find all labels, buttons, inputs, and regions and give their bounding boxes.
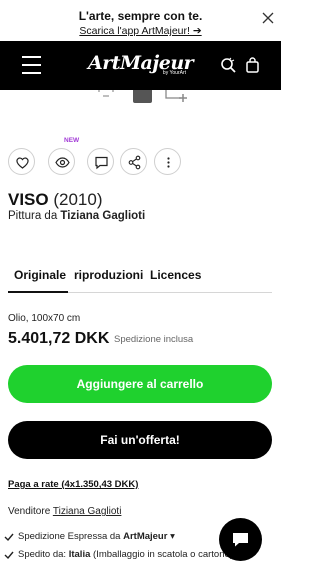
artwork-specs: Olio, 100x70 cm — [8, 313, 81, 324]
more-vertical-icon — [167, 157, 170, 168]
seller-link[interactable]: Tiziana Gaglioti — [53, 506, 122, 517]
download-app-link[interactable]: Scarica l'app ArtMajeur! ➔ — [0, 25, 281, 37]
make-offer-button[interactable]: Fai un'offerta! — [8, 421, 272, 459]
site-logo[interactable]: ArtMajeur by YourArt — [88, 52, 194, 80]
check-icon — [4, 551, 14, 560]
artwork-year: (2010) — [53, 190, 103, 209]
share-button[interactable] — [120, 148, 147, 175]
message-button[interactable] — [87, 148, 114, 175]
artwork-name: VISO — [8, 190, 49, 209]
active-tab-indicator — [8, 291, 68, 293]
express-shipping-line[interactable]: Spedizione Espressa da ArtMajeur ▾ — [4, 531, 175, 542]
chat-icon — [95, 156, 108, 170]
heart-icon — [16, 157, 29, 169]
bag-icon[interactable] — [244, 57, 261, 74]
site-header: ArtMajeur by YourArt — [0, 41, 281, 90]
ships-from-country: Italia — [68, 549, 91, 560]
artwork-medium-prefix: Pittura da — [8, 210, 61, 222]
product-tabs: Originale riproduzioni Licences — [8, 268, 272, 293]
add-photo-icon[interactable] — [165, 90, 190, 103]
eye-icon — [55, 157, 70, 168]
promo-title: L'arte, sempre con te. — [78, 9, 203, 23]
seller-label: Venditore — [8, 506, 53, 517]
menu-icon[interactable] — [22, 56, 41, 75]
chat-bubble-icon — [233, 533, 248, 547]
artwork-subtitle: Pittura da Tiziana Gaglioti — [8, 210, 145, 222]
close-icon[interactable] — [261, 11, 275, 25]
chat-button[interactable] — [219, 518, 262, 561]
view-in-room-button[interactable] — [48, 148, 75, 175]
search-icon[interactable] — [220, 57, 237, 74]
shipping-prefix: Spedizione Espressa da — [18, 531, 124, 542]
packaging-note: (Imballaggio in scatola o cartone) — [90, 549, 233, 560]
favorite-button[interactable] — [8, 148, 35, 175]
artwork-thumbnail[interactable] — [133, 90, 152, 103]
seller-line: Venditore Tiziana Gaglioti — [8, 506, 121, 517]
installment-link[interactable]: Paga a rate (4x1.350,43 DKK) — [8, 479, 138, 490]
check-icon — [4, 533, 14, 542]
promo-banner: L'arte, sempre con te. Scarica l'app Art… — [0, 0, 281, 41]
shipping-provider: ArtMajeur — [123, 531, 168, 542]
more-options-button[interactable] — [154, 148, 181, 175]
tab-licences[interactable]: Licences — [150, 268, 201, 282]
shipping-included: Spedizione inclusa — [114, 334, 194, 345]
image-toolbar — [0, 90, 281, 104]
add-to-cart-button[interactable]: Aggiungere al carrello — [8, 365, 272, 403]
tab-reproductions[interactable]: riproduzioni — [74, 268, 143, 282]
artwork-title: VISO (2010) — [8, 190, 103, 210]
view-3d-icon[interactable] — [97, 90, 115, 100]
chevron-down-icon: ▾ — [167, 531, 175, 542]
ships-from-prefix: Spedito da: — [18, 549, 69, 560]
tab-original[interactable]: Originale — [14, 268, 66, 282]
logo-subtext: by YourArt — [162, 70, 186, 76]
artist-link[interactable]: Tiziana Gaglioti — [60, 210, 145, 222]
price: 5.401,72 DKK — [8, 330, 110, 347]
ships-from-line: Spedito da: Italia (Imballaggio in scato… — [4, 549, 233, 560]
new-badge: NEW — [64, 137, 80, 144]
share-icon — [128, 155, 141, 170]
